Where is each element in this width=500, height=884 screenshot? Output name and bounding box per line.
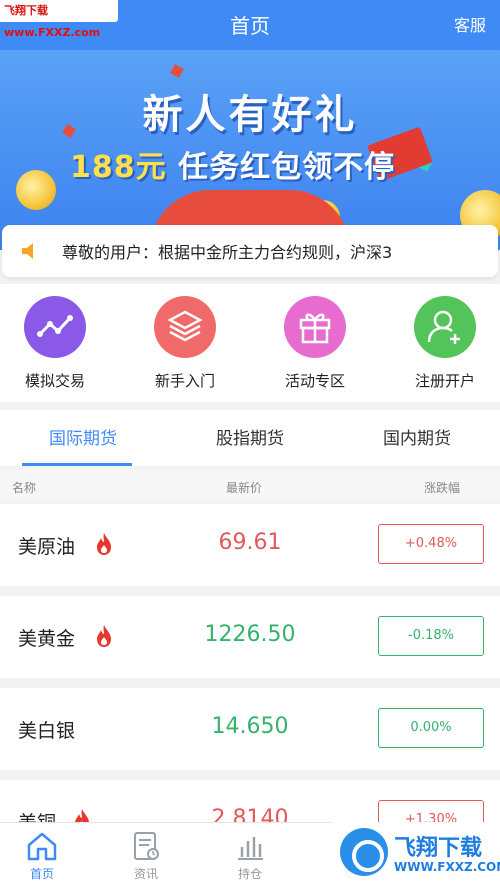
nav-label: 首页 [29,867,54,881]
banner-title: 新人有好礼 [142,92,358,138]
column-price: 最新价 [226,481,263,495]
coin-icon [16,170,56,210]
tab-index-futures[interactable]: 股指期货 [167,424,333,449]
watermark-top: 飞翔下载 www.FXXZ.com [0,0,118,39]
last-price: 14.650 [211,714,289,739]
watermark-bottom: 飞翔下载 WWW.FXXZ.COM [332,822,500,884]
notice-bar[interactable]: 尊敬的用户：根据中金所主力合约规则，沪深3 [2,225,498,277]
add-user-icon [414,296,476,358]
quick-entries: 模拟交易 新手入门 活动专区 注册开户 [0,284,500,402]
banner-amount: 188元 [70,150,167,185]
instrument-name: 美白银 [18,720,76,742]
decor-shard [170,64,184,78]
gift-icon [284,296,346,358]
tab-domestic-futures[interactable]: 国内期货 [334,424,500,449]
last-price: 69.61 [218,530,282,555]
active-tab-indicator [22,463,132,466]
market-tabs: 国际期货 股指期货 国内期货 [0,410,500,466]
holdings-icon [238,837,263,860]
quick-label: 模拟交易 [24,372,85,390]
table-header: 名称 最新价 涨跌幅 [0,470,500,500]
nav-label: 资讯 [133,867,158,881]
quick-activity-zone[interactable]: 活动专区 [265,296,365,391]
table-row[interactable]: 美原油 69.61 +0.48% [0,504,500,586]
change-badge: -0.18% [378,616,484,656]
change-badge: +0.48% [378,524,484,564]
customer-service-button[interactable]: 客服 [454,12,486,36]
home-icon [27,832,57,861]
hot-fire-icon [97,625,111,647]
quick-register-account[interactable]: 注册开户 [395,296,495,391]
banner-subtitle: 188元 任务红包领不停 [70,142,395,186]
instrument-name: 美黄金 [18,628,76,650]
news-icon [134,832,159,860]
quick-label: 新手入门 [154,372,215,390]
speaker-icon [22,243,33,259]
column-change: 涨跌幅 [424,481,461,495]
nav-holdings[interactable]: 持仓 [200,829,300,882]
last-price: 1226.50 [204,622,296,647]
quick-beginner-guide[interactable]: 新手入门 [135,296,235,391]
hot-fire-icon [97,533,111,555]
banner-subtitle-text: 任务红包领不停 [178,150,396,185]
nav-home[interactable]: 首页 [0,829,92,882]
nav-label: 持仓 [237,867,262,881]
notice-text: 尊敬的用户：根据中金所主力合约规则，沪深3 [62,243,393,262]
watermark-url: WWW.FXXZ.COM [394,860,500,874]
column-name: 名称 [12,481,37,495]
quick-label: 注册开户 [414,372,475,390]
watermark-logo-icon [340,828,388,876]
change-badge: 0.00% [378,708,484,748]
promo-banner[interactable]: 新人有好礼 188元 任务红包领不停 [0,50,500,250]
instrument-name: 美原油 [18,536,76,558]
table-row[interactable]: 美黄金 1226.50 -0.18% [0,596,500,678]
quick-simulated-trading[interactable]: 模拟交易 [5,296,105,391]
layers-icon [154,296,216,358]
chart-line-icon [24,296,86,358]
table-row[interactable]: 美白银 14.650 0.00% [0,688,500,770]
tab-international-futures[interactable]: 国际期货 [0,424,166,449]
watermark-brand: 飞翔下载 [394,836,483,861]
quick-label: 活动专区 [284,372,345,390]
nav-news[interactable]: 资讯 [96,829,196,882]
